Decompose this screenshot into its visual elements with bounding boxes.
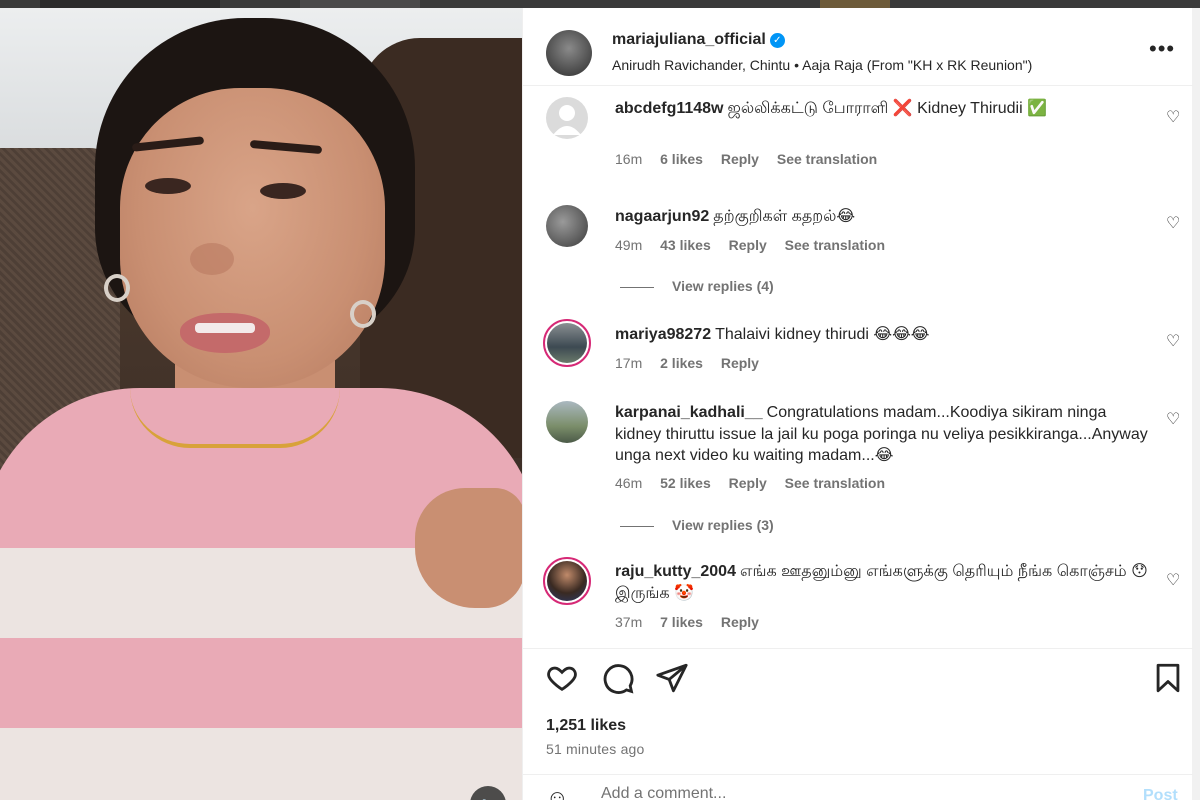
- see-translation-button[interactable]: See translation: [785, 237, 885, 253]
- audio-link[interactable]: Anirudh Ravichander, Chintu • Aaja Raja …: [612, 57, 1032, 73]
- comment-likes[interactable]: 43 likes: [660, 237, 711, 253]
- reply-button[interactable]: Reply: [729, 237, 767, 253]
- avatar[interactable]: [543, 557, 591, 605]
- bookmark-icon[interactable]: [1151, 661, 1185, 695]
- comment-username[interactable]: nagaarjun92: [615, 208, 709, 225]
- reply-button[interactable]: Reply: [721, 614, 759, 630]
- avatar[interactable]: [546, 30, 592, 76]
- see-translation-button[interactable]: See translation: [777, 151, 877, 167]
- verified-badge-icon: ✓: [769, 33, 785, 48]
- post-author[interactable]: mariajuliana_official ✓: [612, 31, 785, 49]
- comment-time[interactable]: 46m: [615, 475, 642, 491]
- avatar[interactable]: [546, 205, 588, 247]
- comment-likes[interactable]: 7 likes: [660, 614, 703, 630]
- comment-text: abcdefg1148w ஜல்லிக்கட்டு போராளி ❌ Kidney…: [615, 100, 1048, 117]
- comment-time[interactable]: 37m: [615, 614, 642, 630]
- more-options-icon[interactable]: •••: [1149, 36, 1175, 62]
- post-header: mariajuliana_official ✓ Anirudh Ravichand…: [523, 8, 1193, 86]
- avatar[interactable]: [546, 401, 588, 443]
- comments-list[interactable]: abcdefg1148w ஜல்லிக்கட்டு போராளி ❌ Kidney…: [523, 87, 1193, 647]
- comment-username[interactable]: karpanai_kadhali__: [615, 404, 763, 421]
- comment-text: raju_kutty_2004 எங்க ஊதனும்னு எங்களுக்கு …: [615, 563, 1148, 602]
- heart-icon[interactable]: ♡: [1166, 570, 1180, 590]
- post-button[interactable]: Post: [1143, 787, 1178, 800]
- comment-text: mariya98272 Thalaivi kidney thirudi 😂😂😂: [615, 326, 930, 343]
- post-panel: mariajuliana_official ✓ Anirudh Ravichand…: [522, 8, 1200, 800]
- avatar[interactable]: [546, 97, 588, 139]
- reply-button[interactable]: Reply: [721, 355, 759, 371]
- comment-likes[interactable]: 6 likes: [660, 151, 703, 167]
- comment-meta: 16m 6 likes Reply See translation: [615, 151, 891, 167]
- reel-video[interactable]: 🔈: [0, 8, 522, 800]
- comment-username[interactable]: mariya98272: [615, 326, 711, 343]
- comment-input[interactable]: [601, 785, 1121, 800]
- reply-button[interactable]: Reply: [721, 151, 759, 167]
- post-time[interactable]: 51 minutes ago: [546, 741, 645, 757]
- reply-button[interactable]: Reply: [729, 475, 767, 491]
- scrollbar[interactable]: [1192, 8, 1200, 800]
- comment-icon[interactable]: [601, 661, 635, 695]
- comment-time[interactable]: 49m: [615, 237, 642, 253]
- comment-username[interactable]: raju_kutty_2004: [615, 563, 736, 580]
- heart-icon[interactable]: ♡: [1166, 213, 1180, 233]
- view-replies-button[interactable]: View replies (3): [620, 517, 774, 533]
- comment-meta: 49m 43 likes Reply See translation: [615, 237, 899, 253]
- comment-time[interactable]: 17m: [615, 355, 642, 371]
- comment-time[interactable]: 16m: [615, 151, 642, 167]
- comment-meta: 17m 2 likes Reply: [615, 355, 773, 371]
- post-actions: 1,251 likes 51 minutes ago ☺ Post: [523, 648, 1193, 800]
- comment-meta: 46m 52 likes Reply See translation: [615, 475, 899, 491]
- heart-icon[interactable]: ♡: [1166, 331, 1180, 351]
- top-strip: [0, 0, 1200, 8]
- heart-icon[interactable]: ♡: [1166, 107, 1180, 127]
- heart-icon[interactable]: [545, 661, 579, 695]
- comment-composer: ☺ Post: [523, 774, 1193, 800]
- comment-likes[interactable]: 52 likes: [660, 475, 711, 491]
- share-icon[interactable]: [655, 661, 689, 695]
- see-translation-button[interactable]: See translation: [785, 475, 885, 491]
- comment-likes[interactable]: 2 likes: [660, 355, 703, 371]
- view-replies-button[interactable]: View replies (4): [620, 278, 774, 294]
- comment-text: nagaarjun92 தற்குறிகள் கதறல்😂: [615, 208, 856, 225]
- heart-icon[interactable]: ♡: [1166, 409, 1180, 429]
- comment-text: karpanai_kadhali__ Congratulations madam.…: [615, 404, 1148, 464]
- avatar[interactable]: [543, 319, 591, 367]
- comment-username[interactable]: abcdefg1148w: [615, 100, 724, 117]
- emoji-icon[interactable]: ☺: [546, 785, 568, 800]
- likes-count[interactable]: 1,251 likes: [546, 717, 626, 735]
- comment-meta: 37m 7 likes Reply: [615, 614, 773, 630]
